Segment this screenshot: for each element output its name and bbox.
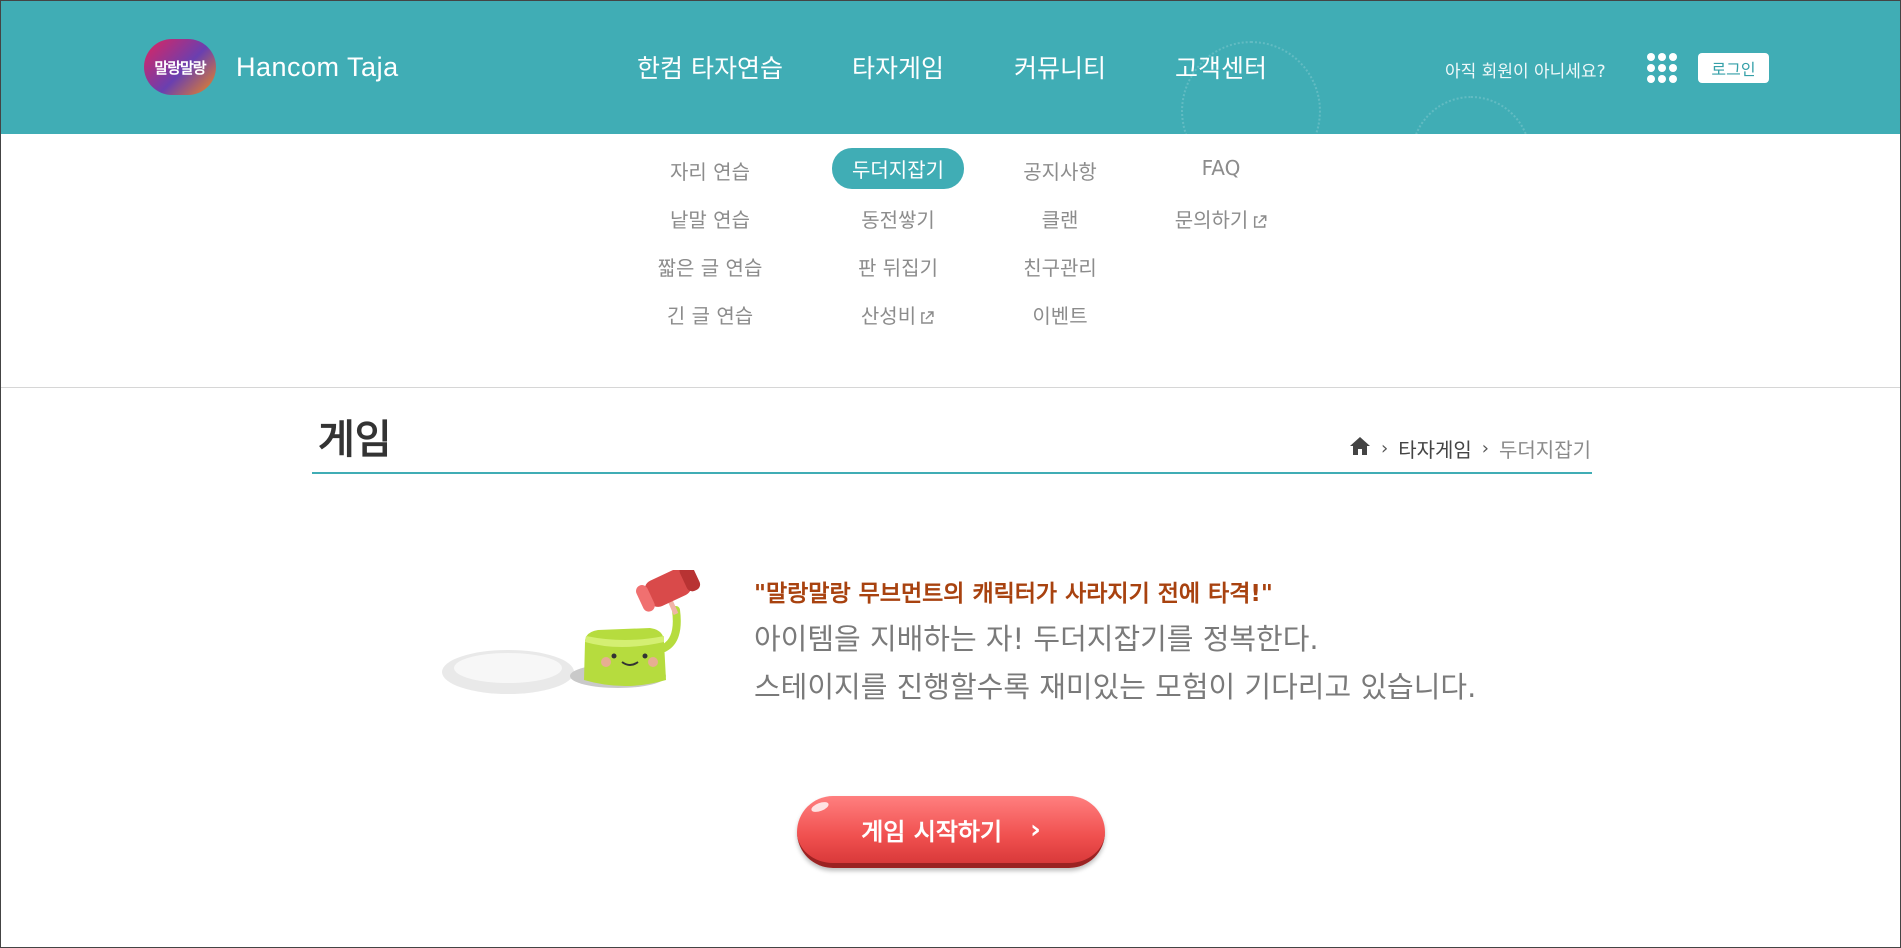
intro-headline: "말랑말랑 무브먼트의 캐릭터가 사라지기 전에 타격!" [754,581,1273,607]
breadcrumb: › 타자게임 › 두더지잡기 [1349,434,1591,463]
breadcrumb-typing-game[interactable]: 타자게임 [1398,434,1472,463]
chevron-right-icon: › [1030,814,1041,845]
submenu-inquiry-label: 문의하기 [1174,208,1249,232]
logo-text: Hancom Taja [236,51,399,82]
start-game-label: 게임 시작하기 [861,818,1003,846]
logo-badge: 말랑말랑 [144,39,216,95]
submenu-inquiry[interactable]: 문의하기 [1175,204,1268,233]
submenu-key-position[interactable]: 자리 연습 [670,156,750,185]
submenu-acid-rain-label: 산성비 [860,304,917,328]
breadcrumb-current: 두더지잡기 [1499,438,1591,462]
submenu-flip-board[interactable]: 판 뒤집기 [858,252,938,281]
submenu-clan[interactable]: 클랜 [1042,204,1079,233]
nav-community[interactable]: 커뮤니티 [1014,49,1106,85]
nav-typing-practice[interactable]: 한컴 타자연습 [637,49,783,85]
submenu-word-practice[interactable]: 낱말 연습 [670,204,750,233]
button-gloss [810,800,830,814]
submenu-whack-a-mole[interactable]: 두더지잡기 [832,148,964,189]
start-game-button[interactable]: 게임 시작하기 › [797,796,1105,868]
intro-line-2: 스테이지를 진행할수록 재미있는 모험이 기다리고 있습니다. [754,670,1477,704]
submenu-short-text[interactable]: 짧은 글 연습 [658,252,763,281]
home-icon[interactable] [1349,436,1371,461]
intro-line-1: 아이템을 지배하는 자! 두더지잡기를 정복한다. [754,622,1319,656]
nav-customer-center[interactable]: 고객센터 [1175,49,1267,85]
decorative-firework [1411,96,1531,134]
title-divider [312,472,1592,474]
page-title: 게임 [318,417,392,463]
external-link-icon [919,307,935,324]
chevron-right-icon: › [1481,438,1489,459]
mole-hammer-illustration [440,563,740,700]
submenu-faq[interactable]: FAQ [1202,156,1241,180]
nav-typing-game[interactable]: 타자게임 [852,49,944,85]
external-link-icon [1251,211,1267,228]
chevron-right-icon: › [1380,438,1389,459]
submenu-notice[interactable]: 공지사항 [1023,156,1097,185]
sub-menu: 자리 연습 낱말 연습 짧은 글 연습 긴 글 연습 두더지잡기 동전쌓기 판 … [1,134,1900,388]
signup-prompt-link[interactable]: 아직 회원이 아니세요? [1445,57,1606,82]
submenu-friends[interactable]: 친구관리 [1023,252,1097,281]
submenu-long-text[interactable]: 긴 글 연습 [667,300,753,329]
submenu-acid-rain[interactable]: 산성비 [861,300,935,329]
site-header: 말랑말랑 Hancom Taja 한컴 타자연습 타자게임 커뮤니티 고객센터 … [1,1,1900,134]
login-button[interactable]: 로그인 [1698,53,1769,83]
submenu-event[interactable]: 이벤트 [1032,300,1087,329]
grid-dots-icon[interactable] [1647,53,1677,83]
site-logo[interactable]: 말랑말랑 Hancom Taja [144,39,399,95]
submenu-coin-stack[interactable]: 동전쌓기 [861,204,935,233]
